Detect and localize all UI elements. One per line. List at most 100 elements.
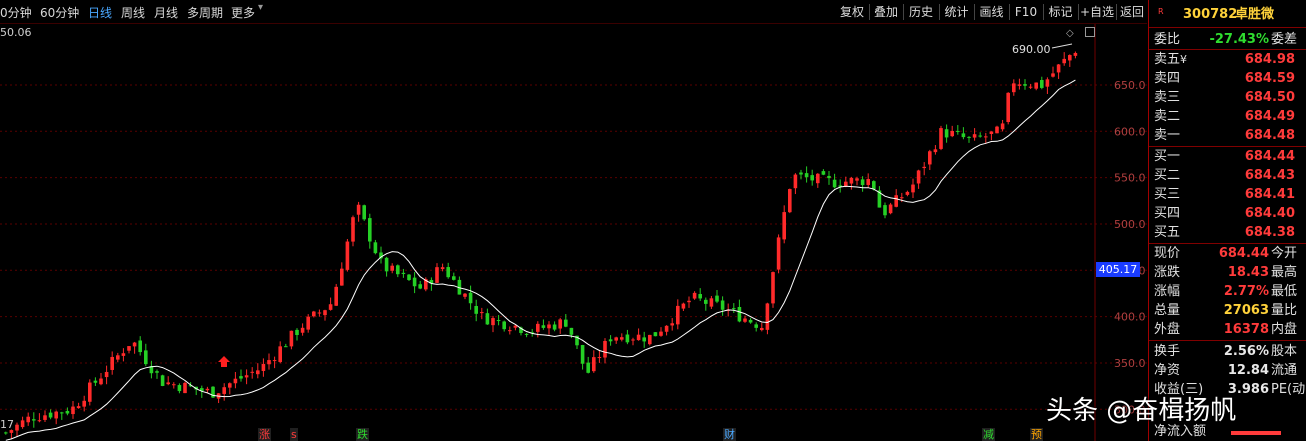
fuquan-button[interactable]: 复权 [836,3,868,21]
candle-body [480,312,484,314]
candle-body [172,384,176,386]
back-button[interactable]: 返回 [1117,3,1147,21]
candle-body [222,387,226,394]
candle-body [228,383,232,388]
tab-more[interactable]: 更多 [231,4,255,21]
quote-row-value: 27063 [1223,303,1269,318]
candle-body [256,370,260,375]
diamond-icon[interactable]: ◇ [1066,28,1074,39]
mark-button[interactable]: 标记 [1044,3,1077,21]
quote-row: 总量 27063 量比 [1149,301,1306,320]
candle-body [384,257,389,272]
candle-body [681,303,686,309]
candle-body [972,134,977,138]
candle-body [110,356,114,370]
candle-body [1068,55,1072,61]
y-axis: 650.0600.0550.0500.0450.0400.0350.0300.0 [1094,24,1146,441]
sell-order-row-value: 684.59 [1244,71,1295,86]
candlestick-chart[interactable]: 650.0600.0550.0500.0450.0400.0350.0300.0… [0,24,1147,441]
statistics-button[interactable]: 统计 [940,3,973,21]
fundamental-row: 净资 12.84 流通 [1149,361,1306,380]
panel-toggle-icon[interactable] [1085,27,1095,37]
weibi-label: 委比 [1154,32,1181,47]
sell-order-row-label: 卖二 [1154,109,1181,124]
candle-body [737,306,742,322]
candle-body [536,323,540,332]
draw-line-button[interactable]: 画线 [975,3,1008,21]
event-marker[interactable]: s [290,428,298,441]
candle-body [743,318,747,322]
candle-body [1006,92,1010,123]
history-button[interactable]: 历史 [904,3,938,21]
add-watchlist-button[interactable]: +自选 [1079,3,1115,21]
buy-order-row: 买三 684.41 [1149,185,1306,204]
candle-body [933,149,938,153]
candle-body [860,179,865,186]
weicha-label: 委差 [1271,32,1298,47]
tab-multi-period[interactable]: 多周期 [187,4,223,21]
buy-order-row: 买一 684.44 [1149,147,1306,166]
event-marker[interactable]: 跌 [356,428,369,441]
fundamental-row-suffix: PE(动 [1271,382,1306,397]
candle-body [541,325,546,328]
candle-body [278,346,282,362]
sell-order-row: 卖四 684.59 [1149,69,1306,88]
overlay-button[interactable]: 叠加 [870,3,902,21]
candle-body [608,339,613,342]
candle-body [832,179,837,188]
candles [4,51,1078,440]
candle-body [1073,52,1078,56]
sell-order-row-label: 卖五 [1154,52,1181,67]
candle-body [160,375,165,386]
candle-body [580,345,585,364]
stock-header[interactable]: R 300782 卓胜微 [1149,5,1306,23]
chart-toolbar: 0分钟 60分钟 日线 周线 月线 多周期 更多 ▾ 复权 叠加 历史 统计 画… [0,0,1147,24]
candle-body [88,382,92,402]
chart-canvas[interactable]: 650.0600.0550.0500.0450.0400.0350.0300.0 [0,24,1147,441]
candle-body [900,197,904,199]
y-tick-label: 350.0 [1114,357,1146,370]
fundamental-row-label: 净资 [1154,363,1181,378]
quote-row-value: 684.44 [1218,246,1269,261]
tab-10min[interactable]: 0分钟 [0,4,32,21]
sell-order-row-value: 684.48 [1244,128,1295,143]
candle-body [547,324,551,329]
event-marker[interactable]: 涨 [258,428,271,441]
candle-body [250,371,254,373]
candle-body [15,424,19,431]
top-left-price: 50.06 [0,26,32,39]
f10-button[interactable]: F10 [1010,3,1042,21]
candle-body [508,330,512,332]
quote-row-suffix: 今开 [1271,246,1298,261]
tab-weekly[interactable]: 周线 [121,4,145,21]
tab-monthly[interactable]: 月线 [154,4,178,21]
candle-body [446,267,450,278]
candle-body [334,286,338,306]
candle-body [950,130,954,137]
candle-body [776,237,781,270]
candle-body [474,306,478,314]
candle-body [754,324,758,328]
event-marker[interactable]: 财 [723,428,736,441]
candle-body [60,412,64,414]
sell-order-row-value: 684.50 [1244,90,1295,105]
tab-daily[interactable]: 日线 [88,4,112,21]
candle-body [1034,82,1038,89]
buy-order-row: 买二 684.43 [1149,166,1306,185]
candle-body [1028,86,1033,88]
candle-body [732,308,736,310]
bottom-left-date: 17 [0,418,14,431]
event-marker[interactable]: 减 [982,428,995,441]
candle-body [748,319,753,323]
candle-body [821,171,826,175]
more-chevron-icon[interactable]: ▾ [258,2,263,13]
candle-body [26,416,30,423]
fundamental-row: 换手 2.56% 股本 [1149,342,1306,361]
event-marker[interactable]: 预 [1030,428,1043,441]
weibi-value: -27.43% [1209,32,1269,47]
candle-body [491,318,495,326]
tab-60min[interactable]: 60分钟 [40,4,79,21]
sell-order-row-value: 684.49 [1244,109,1295,124]
moving-average-line [5,79,1076,441]
candle-body [855,178,859,181]
